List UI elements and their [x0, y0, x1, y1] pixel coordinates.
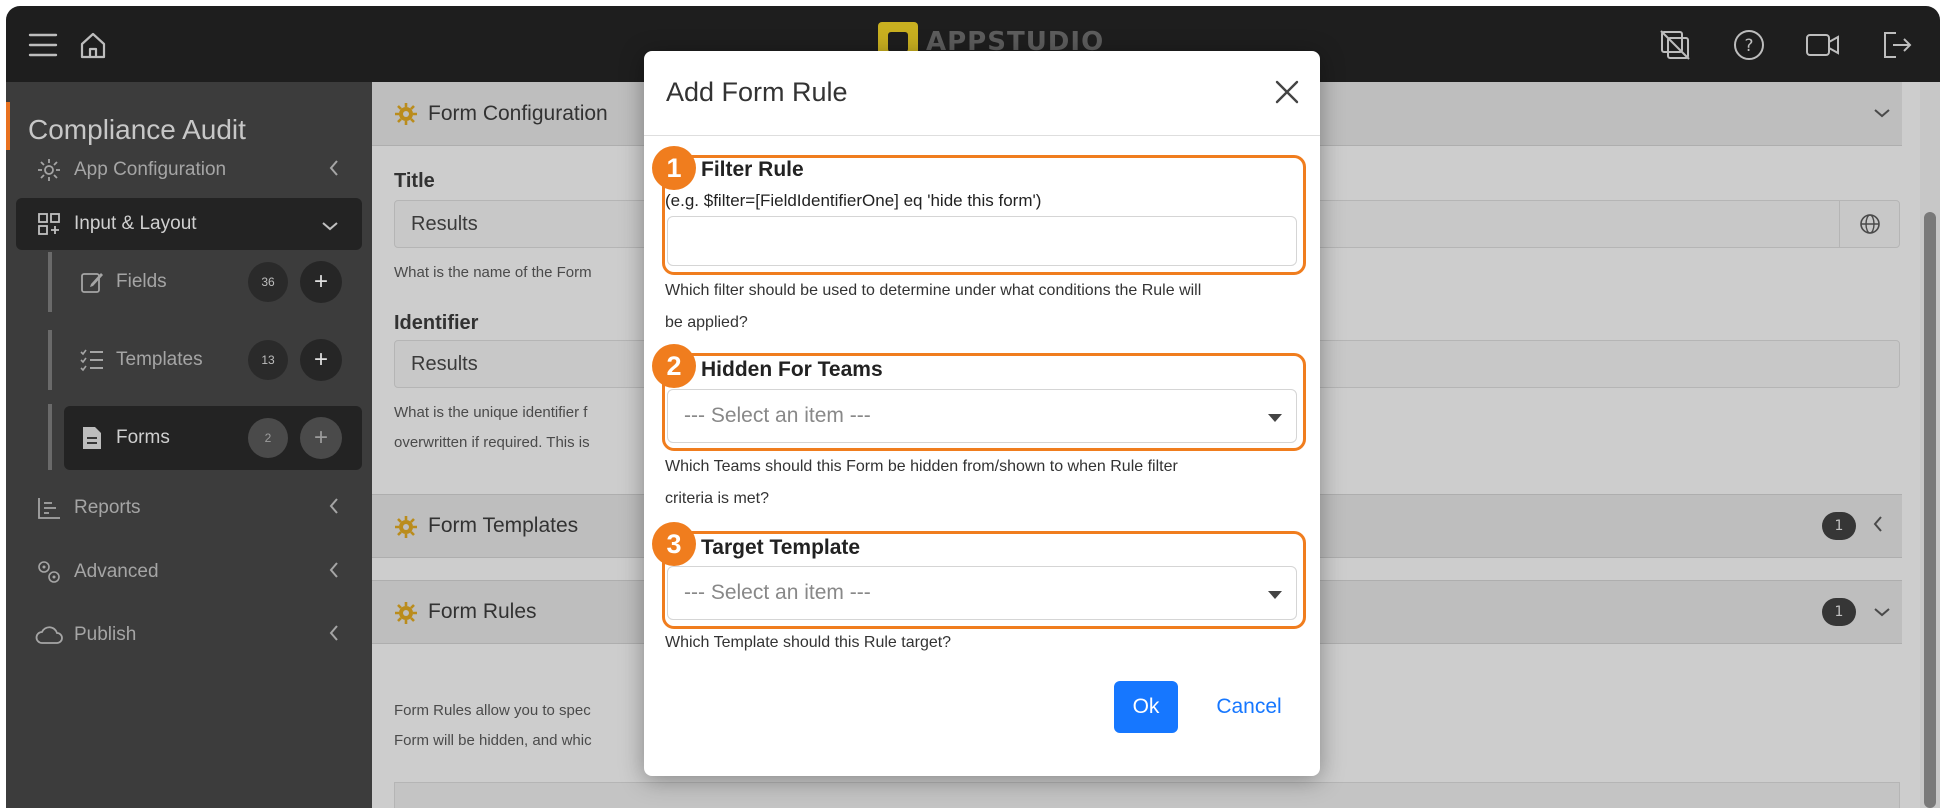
sidebar-subitem-label: Fields — [116, 271, 167, 292]
close-icon[interactable] — [1270, 75, 1304, 109]
filter-rule-help-line-2: be applied? — [665, 314, 748, 331]
sidebar-item-reports[interactable]: Reports — [16, 482, 362, 534]
dialog-divider — [644, 135, 1320, 136]
checklist-icon — [78, 346, 106, 374]
caret-down-icon — [1268, 591, 1282, 599]
logout-icon[interactable] — [1876, 24, 1918, 66]
fields-count-badge: 36 — [248, 262, 288, 302]
gears-icon — [34, 557, 64, 587]
sidebar-item-label: App Configuration — [74, 159, 227, 180]
app-title: Compliance Audit — [28, 114, 246, 145]
tree-line — [48, 404, 52, 470]
target-template-placeholder: --- Select an item --- — [684, 581, 871, 604]
step-badge-3: 3 — [652, 522, 696, 566]
chevron-left-icon — [328, 496, 340, 522]
sidebar-item-label: Input & Layout — [74, 213, 197, 234]
sidebar-item-input-layout[interactable]: Input & Layout — [16, 198, 362, 250]
sidebar-item-label: Advanced — [74, 561, 159, 582]
step-badge-1: 1 — [652, 146, 696, 190]
sidebar-item-advanced[interactable]: Advanced — [16, 546, 362, 598]
svg-text:?: ? — [1744, 36, 1753, 56]
ok-button[interactable]: Ok — [1114, 681, 1178, 733]
step-badge-2: 2 — [652, 344, 696, 388]
caret-down-icon — [1268, 414, 1282, 422]
chevron-left-icon — [328, 560, 340, 586]
chevron-left-icon — [328, 623, 340, 649]
help-icon[interactable]: ? — [1728, 24, 1770, 66]
filter-rule-example: (e.g. $filter=[FieldIdentifierOne] eq 'h… — [665, 191, 1042, 210]
sidebar-subitem-label: Templates — [116, 349, 203, 370]
tree-line — [48, 252, 52, 312]
hidden-for-teams-help-line-1: Which Teams should this Form be hidden f… — [665, 458, 1178, 475]
sidebar-subitem-label: Forms — [116, 427, 170, 448]
menu-icon[interactable] — [22, 24, 64, 66]
templates-count-badge: 13 — [248, 340, 288, 380]
sidebar-subitem-templates[interactable]: Templates 13 + — [64, 330, 362, 390]
add-template-button[interactable]: + — [300, 339, 342, 381]
no-screen-icon[interactable] — [1654, 24, 1696, 66]
hidden-for-teams-placeholder: --- Select an item --- — [684, 404, 871, 427]
report-icon — [34, 493, 64, 523]
add-form-button[interactable]: + — [300, 417, 342, 459]
sidebar-subitem-forms[interactable]: Forms 2 + — [64, 406, 362, 470]
home-icon[interactable] — [72, 24, 114, 66]
chevron-down-icon — [320, 216, 340, 238]
sidebar: Compliance Audit App Configuration Input… — [6, 82, 372, 808]
sidebar-subitem-fields[interactable]: Fields 36 + — [64, 252, 362, 312]
gear-icon — [34, 155, 64, 185]
chevron-left-icon — [328, 158, 340, 184]
target-template-select[interactable]: --- Select an item --- — [667, 566, 1297, 620]
dialog-title: Add Form Rule — [666, 77, 848, 107]
target-template-help: Which Template should this Rule target? — [665, 634, 952, 651]
filter-rule-label: Filter Rule — [701, 158, 804, 181]
hidden-for-teams-help-line-2: criteria is met? — [665, 490, 770, 507]
edit-icon — [78, 268, 106, 296]
hidden-for-teams-select[interactable]: --- Select an item --- — [667, 389, 1297, 443]
sidebar-item-label: Publish — [74, 624, 137, 645]
sidebar-item-label: Reports — [74, 497, 141, 518]
hidden-for-teams-label: Hidden For Teams — [701, 358, 883, 381]
app-window: APPSTUDIO ? Compliance Audit App Configu… — [6, 6, 1940, 808]
filter-rule-help-line-1: Which filter should be used to determine… — [665, 282, 1202, 299]
target-template-label: Target Template — [701, 536, 861, 559]
cloud-icon — [34, 620, 64, 650]
video-icon[interactable] — [1802, 24, 1844, 66]
filter-rule-input[interactable] — [667, 216, 1297, 266]
document-icon — [78, 424, 106, 452]
sidebar-item-app-configuration[interactable]: App Configuration — [16, 144, 362, 196]
tree-line — [48, 330, 52, 390]
sidebar-accent-bar — [6, 102, 10, 150]
grid-icon — [34, 209, 64, 239]
add-field-button[interactable]: + — [300, 261, 342, 303]
cancel-button[interactable]: Cancel — [1204, 681, 1294, 733]
add-form-rule-dialog: Add Form Rule 1 Filter Rule (e.g. $filte… — [644, 51, 1320, 776]
forms-count-badge: 2 — [248, 418, 288, 458]
sidebar-item-publish[interactable]: Publish — [16, 609, 362, 661]
